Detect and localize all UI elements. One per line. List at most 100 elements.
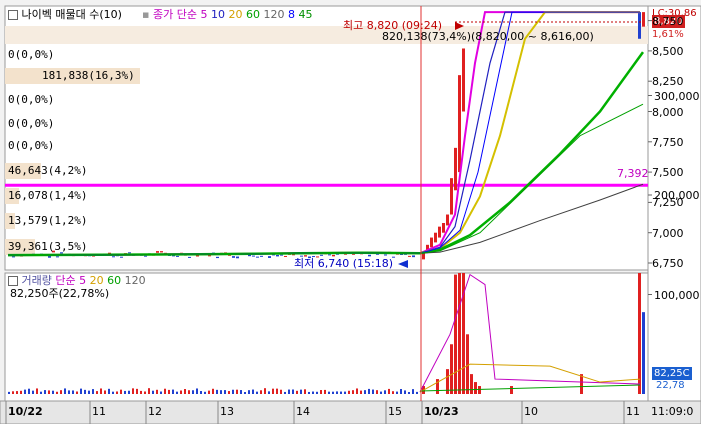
volume-bar: [380, 391, 382, 394]
volume-bar: [168, 389, 170, 394]
volume-bar: [356, 388, 358, 394]
price-candle: [12, 256, 15, 258]
volume-profile-summary: 820,138(73,4%)(8,820,00 ~ 8,616,00): [382, 30, 594, 43]
volume-bar: [52, 390, 54, 394]
volume-bar: [408, 392, 410, 394]
volume-bar: [96, 391, 98, 394]
volume-bar: [172, 389, 174, 394]
volume-bar: [268, 391, 270, 394]
volume-ma-120: 120: [124, 274, 146, 287]
volume-bar: [232, 389, 234, 394]
volume-bar: [8, 391, 10, 394]
volume-bar: [212, 388, 214, 394]
price-candle: [638, 12, 641, 39]
volume-bar: [470, 374, 473, 394]
checkbox-icon[interactable]: [8, 10, 18, 20]
ma-legend-120: 120: [263, 8, 285, 21]
volume-bar: [304, 389, 306, 394]
price-tick-label: 7,500: [652, 166, 684, 180]
x-axis-label: 12: [148, 405, 162, 418]
volume-bar: [24, 389, 26, 394]
price-candle: [56, 256, 59, 258]
volume-bar: [220, 390, 222, 394]
price-candle: [268, 256, 271, 258]
volume-rate-label: 22,78: [656, 380, 685, 391]
volume-bar: [164, 388, 166, 394]
price-candle: [236, 256, 239, 259]
volume-checkbox-icon[interactable]: [8, 276, 18, 286]
volume-bar: [352, 390, 354, 394]
volume-legend-title: 거래량: [21, 274, 52, 287]
volume-profile-title: 나이벡 매물대 수(10): [21, 8, 122, 21]
price-tick-label: 8,750: [652, 14, 684, 28]
volume-tick-label: 100,000: [654, 288, 700, 302]
x-axis-label: 10: [524, 405, 538, 418]
volume-bar: [400, 388, 402, 394]
price-candle: [160, 251, 163, 253]
price-candle: [276, 254, 279, 257]
volume-tick-label: 200,000: [654, 189, 700, 202]
volume-bar: [396, 391, 398, 394]
volume-profile-label: 0(0,0%): [8, 93, 55, 106]
volume-profile-label: 46,643(4,2%): [8, 164, 88, 177]
price-tick-label: 8,500: [652, 44, 684, 58]
volume-bar: [16, 391, 18, 394]
price-tick-label: 8,250: [652, 75, 684, 89]
volume-bar: [284, 391, 286, 394]
volume-bar: [280, 389, 282, 394]
volume-bar: [368, 388, 370, 394]
volume-bar: [100, 388, 102, 394]
stock-chart-window: 나이벡 매물대 수(10) ▪ 종가 단순 5 10 20 60 120 8 4…: [0, 0, 701, 425]
legend-bullet-icon: ▪: [142, 8, 150, 21]
volume-bar: [276, 388, 278, 394]
volume-bar: [224, 390, 226, 394]
volume-bar: [112, 391, 114, 394]
price-volume-chart[interactable]: [0, 0, 701, 425]
volume-bar: [228, 391, 230, 394]
volume-bar: [580, 374, 583, 394]
price-candle: [430, 237, 433, 248]
price-candle: [256, 256, 259, 258]
volume-bar: [288, 389, 290, 394]
volume-profile-label: 0(0,0%): [8, 139, 55, 152]
price-tick-label: 7,000: [652, 226, 684, 240]
volume-bar: [120, 389, 122, 394]
volume-bar: [144, 391, 146, 394]
volume-bar: [128, 390, 130, 394]
volume-legend[interactable]: 거래량 단순 5 20 60 120: [8, 274, 146, 287]
volume-profile-label: 13,579(1,2%): [8, 214, 88, 227]
x-axis-label: 10/22: [8, 405, 43, 418]
price-candle: [442, 223, 445, 233]
ma-legend-label: 종가 단순 5: [152, 8, 208, 21]
ma-legend[interactable]: ▪ 종가 단순 5 10 20 60 120 8 45: [142, 8, 312, 21]
price-candle: [284, 255, 287, 257]
volume-bar: [344, 391, 346, 394]
volume-bar: [252, 389, 254, 394]
volume-bar: [376, 390, 378, 394]
volume-bar: [404, 390, 406, 394]
volume-bar: [450, 344, 453, 394]
price-candle: [434, 232, 437, 243]
price-candle: [320, 254, 323, 256]
volume-bar: [44, 390, 46, 394]
volume-bar: [32, 390, 34, 394]
volume-bar: [466, 334, 469, 394]
x-axis-label: 11: [626, 405, 640, 418]
volume-bar: [48, 390, 50, 394]
low-price-annotation: 최저 6,740 (15:18): [294, 257, 394, 270]
price-candle: [454, 147, 457, 191]
price-tick-label: 8,000: [652, 105, 684, 119]
indicator-checkbox[interactable]: 나이벡 매물대 수(10): [8, 8, 122, 21]
ma-legend-20: 20: [228, 8, 243, 21]
volume-bar: [84, 389, 86, 394]
price-candle: [408, 255, 411, 257]
price-candle: [128, 252, 131, 254]
volume-bar: [264, 388, 266, 394]
volume-bar: [340, 391, 342, 394]
volume-bar: [136, 388, 138, 394]
price-candle: [48, 256, 51, 258]
price-tick-label: 6,750: [652, 257, 684, 270]
x-axis-label: 13: [220, 405, 234, 418]
volume-bar: [642, 312, 645, 394]
volume-bar: [248, 390, 250, 394]
